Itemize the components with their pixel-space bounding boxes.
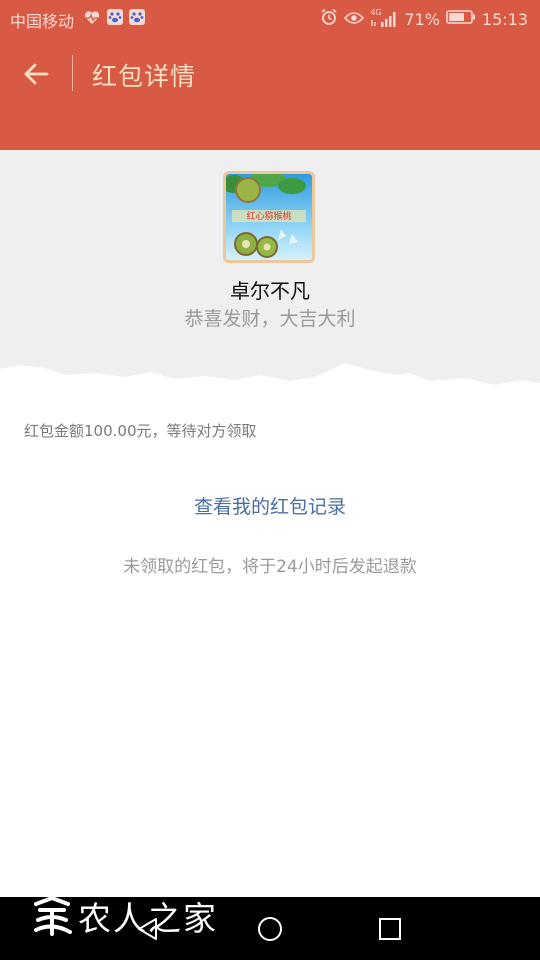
page-title: 红包详情 — [92, 62, 197, 91]
amount-status: 红包金额100.00元，等待对方领取 — [24, 422, 257, 440]
watermark-text: 农人之家 — [78, 899, 218, 938]
heart-rate-icon — [84, 9, 100, 25]
paw-icon — [107, 9, 123, 25]
greeting-message: 恭喜发财，大吉大利 — [184, 308, 356, 330]
battery-level: 71% — [404, 9, 440, 29]
title-divider — [72, 55, 73, 91]
nav-home-button[interactable] — [254, 913, 286, 945]
title-bar: 红包详情 — [0, 45, 540, 103]
eye-icon — [344, 10, 365, 29]
watermark-logo-icon — [34, 895, 72, 936]
nav-recents-button[interactable] — [374, 913, 406, 945]
paw-icon — [129, 9, 145, 25]
back-arrow-icon — [24, 63, 49, 85]
nav-home-icon — [258, 917, 282, 941]
clock: 15:13 — [481, 9, 528, 29]
sender-name: 卓尔不凡 — [230, 279, 310, 303]
kiwi-fruit-image: 红心猕猴桃 — [226, 174, 312, 260]
carrier-name: 中国移动 — [10, 12, 75, 31]
alarm-icon — [320, 8, 338, 30]
status-bar: 中国移动 4G 71% 15:13 — [0, 0, 540, 36]
sender-avatar[interactable]: 红心猕猴桃 — [223, 171, 315, 263]
back-button[interactable] — [18, 57, 54, 91]
watermark: 农人之家 — [30, 892, 218, 940]
nav-recents-icon — [379, 918, 401, 940]
status-right: 4G 71% 15:13 — [320, 8, 528, 30]
battery-icon — [446, 9, 476, 29]
signal-icon: 4G — [370, 8, 398, 28]
refund-note: 未领取的红包，将于24小时后发起退款 — [123, 557, 417, 577]
view-records-link[interactable]: 查看我的红包记录 — [0, 492, 540, 519]
torn-paper-edge — [0, 363, 540, 400]
avatar-caption: 红心猕猴桃 — [246, 210, 291, 222]
